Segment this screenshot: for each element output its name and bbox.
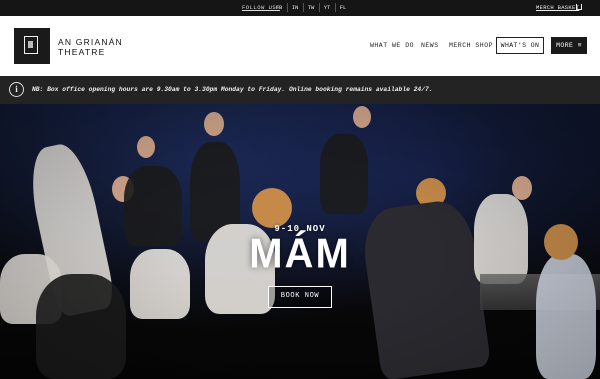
notice-text: NB: Box office opening hours are 9.30am … <box>32 86 433 93</box>
nav-merch-shop[interactable]: MERCH SHOP <box>449 42 493 49</box>
hero-banner: 9-10 NOV MÁM BOOK NOW <box>0 104 600 379</box>
basket-icon[interactable] <box>576 4 582 10</box>
nav-what-we-do[interactable]: WHAT WE DO <box>370 42 414 49</box>
social-link-in[interactable]: IN <box>288 2 302 13</box>
logo-mark-icon <box>24 36 38 54</box>
info-icon: i <box>9 82 24 97</box>
top-utility-bar: FOLLOW US: FB IN TW YT FL MERCH BASKET <box>0 0 600 16</box>
nav-news[interactable]: NEWS <box>421 42 439 49</box>
merch-basket-link[interactable]: MERCH BASKET <box>536 4 579 11</box>
event-title[interactable]: MÁM <box>0 231 600 278</box>
theatre-logo[interactable] <box>14 28 50 64</box>
more-menu-button[interactable]: MORE ≡ <box>551 37 587 54</box>
social-link-fb[interactable]: FB <box>272 2 286 13</box>
notice-banner: i NB: Box office opening hours are 9.30a… <box>0 76 600 104</box>
social-link-yt[interactable]: YT <box>320 2 334 13</box>
logo-line-2: THEATRE <box>58 47 106 57</box>
logo-line-1: AN GRIANÁN <box>58 37 123 47</box>
book-now-button[interactable]: BOOK NOW <box>268 286 332 308</box>
site-header: AN GRIANÁN THEATRE WHAT WE DO NEWS MERCH… <box>0 16 600 76</box>
social-link-tw[interactable]: TW <box>304 2 318 13</box>
whats-on-button[interactable]: WHAT'S ON <box>496 37 544 54</box>
logo-wordmark[interactable]: AN GRIANÁN THEATRE <box>58 37 123 57</box>
social-link-fl[interactable]: FL <box>336 2 350 13</box>
